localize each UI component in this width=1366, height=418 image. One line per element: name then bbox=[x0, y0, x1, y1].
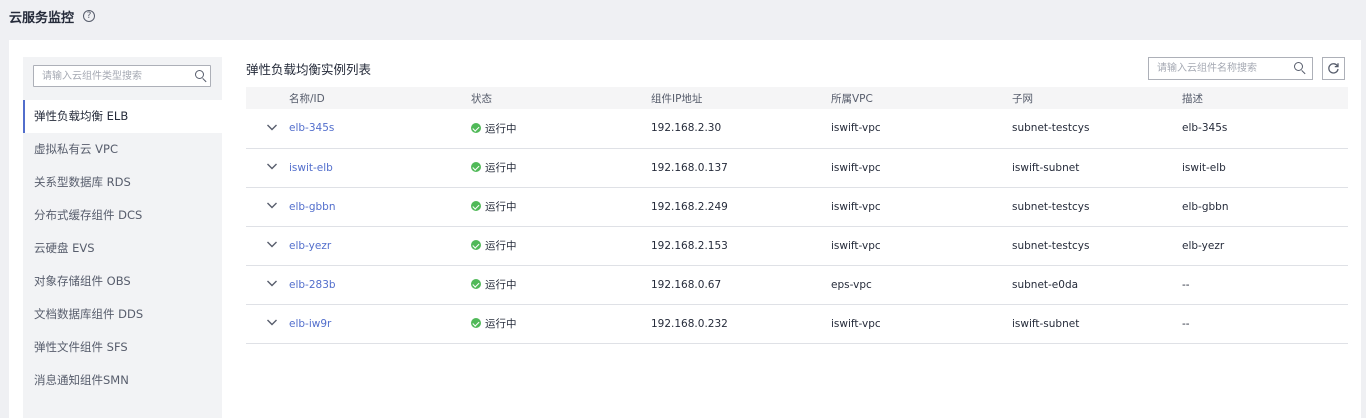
instance-name-link[interactable]: iswit-elb bbox=[289, 162, 333, 174]
component-type-search-input[interactable] bbox=[34, 66, 184, 86]
status-text: 运行中 bbox=[485, 239, 517, 252]
component-type-sidebar: 弹性负载均衡 ELB 虚拟私有云 VPC 关系型数据库 RDS 分布式缓存组件 … bbox=[23, 57, 222, 418]
component-type-list: 弹性负载均衡 ELB 虚拟私有云 VPC 关系型数据库 RDS 分布式缓存组件 … bbox=[23, 100, 222, 397]
status-text: 运行中 bbox=[485, 278, 517, 291]
running-status-icon bbox=[471, 162, 481, 173]
sidebar-item-dds[interactable]: 文档数据库组件 DDS bbox=[23, 298, 222, 331]
ip-cell: 192.168.0.232 bbox=[651, 304, 831, 344]
ip-cell: 192.168.2.30 bbox=[651, 109, 831, 149]
running-status-icon bbox=[471, 123, 481, 133]
status-cell: 运行中 bbox=[471, 277, 517, 292]
running-status-icon bbox=[471, 201, 481, 212]
component-name-search-input[interactable] bbox=[1149, 58, 1279, 79]
vpc-cell: iswift-vpc bbox=[831, 109, 1012, 149]
vpc-cell: iswift-vpc bbox=[831, 304, 1012, 344]
instance-name-link[interactable]: elb-283b bbox=[289, 279, 336, 291]
subnet-cell: subnet-testcys bbox=[1012, 109, 1182, 149]
description-cell: elb-yezr bbox=[1182, 226, 1348, 266]
component-type-search bbox=[33, 65, 211, 87]
search-icon[interactable] bbox=[1293, 61, 1307, 75]
ip-cell: 192.168.2.249 bbox=[651, 187, 831, 227]
subnet-cell: subnet-testcys bbox=[1012, 226, 1182, 266]
ip-cell: 192.168.0.67 bbox=[651, 265, 831, 305]
table-row: iswit-elb 运行中 192.168.0.137 iswift-vpc iswif… bbox=[246, 148, 1348, 188]
header-name[interactable]: 名称/ID bbox=[289, 87, 471, 109]
chevron-down-icon[interactable] bbox=[266, 200, 278, 210]
content-panel: 弹性负载均衡 ELB 虚拟私有云 VPC 关系型数据库 RDS 分布式缓存组件 … bbox=[9, 40, 1361, 418]
subnet-cell: subnet-e0da bbox=[1012, 265, 1182, 305]
status-cell: 运行中 bbox=[471, 121, 517, 136]
header-status[interactable]: 状态 bbox=[471, 87, 651, 109]
sidebar-item-dcs[interactable]: 分布式缓存组件 DCS bbox=[23, 199, 222, 232]
subnet-cell: iswift-subnet bbox=[1012, 304, 1182, 344]
description-cell: iswit-elb bbox=[1182, 148, 1348, 188]
header-description[interactable]: 描述 bbox=[1182, 87, 1348, 109]
table-row: elb-yezr 运行中 192.168.2.153 iswift-vpc subnet… bbox=[246, 226, 1348, 266]
page-header: 云服务监控 ? bbox=[9, 6, 96, 26]
chevron-down-icon[interactable] bbox=[266, 239, 278, 249]
sidebar-item-elb[interactable]: 弹性负载均衡 ELB bbox=[23, 100, 222, 133]
header-vpc[interactable]: 所属VPC bbox=[831, 87, 1012, 109]
vpc-cell: iswift-vpc bbox=[831, 226, 1012, 266]
vpc-cell: iswift-vpc bbox=[831, 187, 1012, 227]
status-cell: 运行中 bbox=[471, 316, 517, 331]
refresh-button[interactable] bbox=[1322, 57, 1345, 80]
running-status-icon bbox=[471, 240, 481, 251]
table-row: elb-iw9r 运行中 192.168.0.232 iswift-vpc iswift… bbox=[246, 304, 1348, 344]
sidebar-item-sfs[interactable]: 弹性文件组件 SFS bbox=[23, 331, 222, 364]
status-text: 运行中 bbox=[485, 200, 517, 213]
chevron-down-icon[interactable] bbox=[266, 317, 278, 327]
subnet-cell: iswift-subnet bbox=[1012, 148, 1182, 188]
header-expand bbox=[246, 87, 289, 109]
running-status-icon bbox=[471, 318, 481, 329]
status-text: 运行中 bbox=[485, 317, 517, 330]
description-cell: -- bbox=[1182, 304, 1348, 344]
ip-cell: 192.168.0.137 bbox=[651, 148, 831, 188]
refresh-icon bbox=[1328, 63, 1339, 74]
status-cell: 运行中 bbox=[471, 238, 517, 253]
vpc-cell: iswift-vpc bbox=[831, 148, 1012, 188]
ip-cell: 192.168.2.153 bbox=[651, 226, 831, 266]
chevron-down-icon[interactable] bbox=[266, 278, 278, 288]
instance-name-link[interactable]: elb-345s bbox=[289, 122, 334, 134]
chevron-down-icon[interactable] bbox=[266, 161, 278, 171]
table-row: elb-gbbn 运行中 192.168.2.249 iswift-vpc subnet… bbox=[246, 187, 1348, 227]
instance-name-link[interactable]: elb-yezr bbox=[289, 240, 331, 252]
sidebar-item-evs[interactable]: 云硬盘 EVS bbox=[23, 232, 222, 265]
description-cell: -- bbox=[1182, 265, 1348, 305]
status-cell: 运行中 bbox=[471, 160, 517, 175]
table-row: elb-283b 运行中 192.168.0.67 eps-vpc subnet-e0d… bbox=[246, 265, 1348, 305]
sidebar-item-obs[interactable]: 对象存储组件 OBS bbox=[23, 265, 222, 298]
component-name-search bbox=[1148, 57, 1313, 80]
running-status-icon bbox=[471, 279, 481, 290]
sidebar-item-rds[interactable]: 关系型数据库 RDS bbox=[23, 166, 222, 199]
help-icon[interactable]: ? bbox=[83, 10, 96, 22]
search-icon[interactable] bbox=[194, 69, 208, 83]
instance-list-area: 弹性负载均衡实例列表 名称/ID 状态 组件IP地址 所属VPC 子 bbox=[246, 40, 1361, 418]
status-cell: 运行中 bbox=[471, 199, 517, 214]
status-text: 运行中 bbox=[485, 161, 517, 174]
sidebar-item-smn[interactable]: 消息通知组件SMN bbox=[23, 364, 222, 397]
instance-name-link[interactable]: elb-gbbn bbox=[289, 201, 335, 213]
description-cell: elb-gbbn bbox=[1182, 187, 1348, 227]
status-text: 运行中 bbox=[485, 122, 517, 135]
sidebar-item-vpc[interactable]: 虚拟私有云 VPC bbox=[23, 133, 222, 166]
table-header-row: 名称/ID 状态 组件IP地址 所属VPC 子网 描述 bbox=[246, 87, 1348, 109]
subnet-cell: subnet-testcys bbox=[1012, 187, 1182, 227]
instance-table: 名称/ID 状态 组件IP地址 所属VPC 子网 描述 elb-345s 运行中 1… bbox=[246, 87, 1348, 344]
instance-list-title: 弹性负载均衡实例列表 bbox=[246, 62, 372, 77]
chevron-down-icon[interactable] bbox=[266, 122, 278, 132]
instance-name-link[interactable]: elb-iw9r bbox=[289, 318, 331, 330]
vpc-cell: eps-vpc bbox=[831, 265, 1012, 305]
description-cell: elb-345s bbox=[1182, 109, 1348, 149]
header-subnet[interactable]: 子网 bbox=[1012, 87, 1182, 109]
page-title: 云服务监控 bbox=[9, 10, 75, 26]
header-ip[interactable]: 组件IP地址 bbox=[651, 87, 831, 109]
table-row: elb-345s 运行中 192.168.2.30 iswift-vpc subnet-… bbox=[246, 109, 1348, 149]
